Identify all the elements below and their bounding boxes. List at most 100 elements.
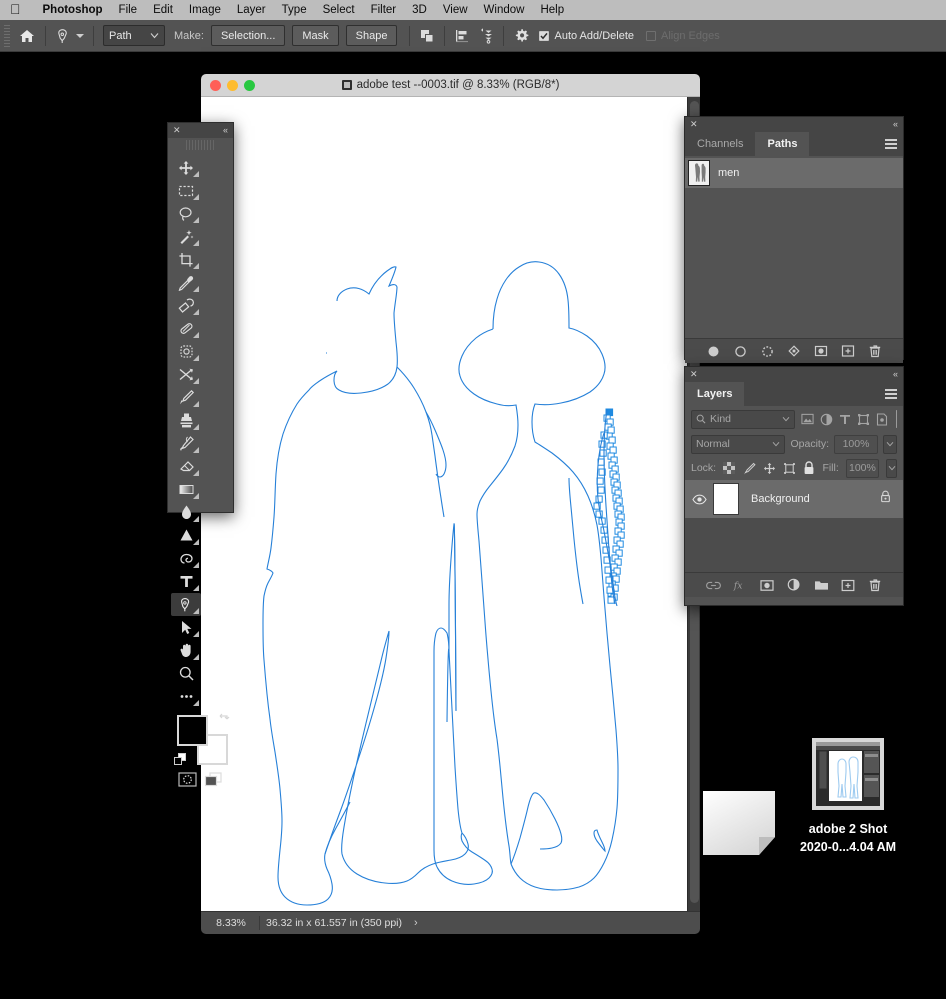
new-adjustment-layer-button[interactable]	[787, 578, 802, 593]
make-shape-button[interactable]: Shape	[345, 25, 398, 46]
history-brush-tool[interactable]	[171, 432, 201, 455]
layer-style-button[interactable]: fx	[733, 578, 748, 593]
lasso-tool[interactable]	[171, 202, 201, 225]
tab-paths[interactable]: Paths	[755, 132, 810, 156]
zoom-tool[interactable]	[171, 662, 201, 685]
tool-flyout-indicator[interactable]	[193, 217, 199, 223]
tool-flyout-indicator[interactable]	[193, 516, 199, 522]
layer-item-background[interactable]: Background	[685, 480, 903, 518]
close-icon[interactable]: ✕	[690, 370, 698, 379]
tool-flyout-indicator[interactable]	[193, 194, 199, 200]
foreground-color-swatch[interactable]	[176, 715, 208, 746]
tool-preset-chevron-icon[interactable]	[76, 33, 84, 38]
make-mask-button[interactable]: Mask	[292, 25, 339, 46]
tool-flyout-indicator[interactable]	[193, 447, 199, 453]
shuffle-tool[interactable]	[171, 363, 201, 386]
path-selection-tool[interactable]	[171, 616, 201, 639]
collapse-panel-icon[interactable]: «	[893, 120, 898, 129]
lock-transparent-pixels[interactable]	[723, 460, 736, 477]
lock-image-pixels[interactable]	[743, 460, 756, 477]
default-colors-icon[interactable]	[173, 753, 187, 766]
quick-selection-tool[interactable]	[171, 225, 201, 248]
layer-visibility-toggle[interactable]	[685, 494, 713, 505]
layer-filter-kind-select[interactable]: Kind	[691, 409, 795, 429]
hand-tool[interactable]	[171, 639, 201, 662]
apple-menu-icon[interactable]: 	[10, 2, 21, 16]
auto-add-delete-checkbox[interactable]: Auto Add/Delete	[539, 30, 634, 42]
path-mode-select[interactable]: Path	[103, 25, 165, 46]
tab-channels[interactable]: Channels	[685, 132, 755, 156]
tool-flyout-indicator[interactable]	[193, 263, 199, 269]
tool-flyout-indicator[interactable]	[193, 240, 199, 246]
filter-smart-objects[interactable]	[876, 411, 888, 428]
panel-menu-icon[interactable]	[885, 389, 897, 399]
eyedropper-tool[interactable]	[171, 271, 201, 294]
menu-item-image[interactable]: Image	[181, 4, 229, 16]
filter-type-layers[interactable]	[839, 411, 851, 428]
dodge-tool[interactable]	[171, 524, 201, 547]
menu-item-3d[interactable]: 3D	[404, 4, 435, 16]
gradient-tool[interactable]	[171, 478, 201, 501]
eraser-tool[interactable]	[171, 455, 201, 478]
stroke-path-button[interactable]	[733, 344, 748, 359]
blur-tool[interactable]	[171, 501, 201, 524]
blend-mode-select[interactable]: Normal	[691, 434, 786, 454]
opacity-stepper[interactable]	[883, 434, 897, 454]
crop-tool[interactable]	[171, 248, 201, 271]
menu-item-type[interactable]: Type	[274, 4, 315, 16]
make-selection-button[interactable]: Selection...	[210, 25, 286, 46]
new-group-button[interactable]	[814, 578, 829, 593]
tool-flyout-indicator[interactable]	[193, 470, 199, 476]
tool-flyout-indicator[interactable]	[193, 539, 199, 545]
menu-item-select[interactable]: Select	[315, 4, 363, 16]
tool-flyout-indicator[interactable]	[193, 631, 199, 637]
lock-artboard-nesting[interactable]	[783, 460, 796, 477]
tool-flyout-indicator[interactable]	[193, 562, 199, 568]
link-layers-button[interactable]	[705, 578, 721, 593]
tool-flyout-indicator[interactable]	[193, 700, 199, 706]
lock-all[interactable]	[803, 460, 816, 477]
tool-flyout-indicator[interactable]	[193, 378, 199, 384]
delete-path-button[interactable]	[868, 344, 883, 359]
tool-flyout-indicator[interactable]	[193, 286, 199, 292]
panel-menu-icon[interactable]	[885, 139, 897, 149]
collapse-panel-icon[interactable]: «	[223, 126, 228, 135]
lock-position[interactable]	[763, 460, 776, 477]
tool-flyout-indicator[interactable]	[193, 493, 199, 499]
opacity-value[interactable]: 100%	[834, 434, 878, 454]
filter-shape-layers[interactable]	[857, 411, 870, 428]
gear-icon[interactable]	[509, 24, 533, 48]
screen-mode-icon[interactable]	[204, 772, 223, 792]
burn-tool[interactable]	[171, 547, 201, 570]
fill-value[interactable]: 100%	[845, 458, 880, 478]
tool-flyout-indicator[interactable]	[193, 654, 199, 660]
quick-mask-icon[interactable]	[178, 772, 197, 792]
tool-flyout-indicator[interactable]	[193, 171, 199, 177]
menu-item-layer[interactable]: Layer	[229, 4, 274, 16]
filter-adjustment-layers[interactable]	[820, 411, 833, 428]
spot-healing-brush-tool[interactable]	[171, 294, 201, 317]
pen-tool[interactable]	[171, 593, 201, 616]
desktop-screenshot-icon[interactable]	[812, 738, 884, 810]
filter-pixel-layers[interactable]	[801, 411, 814, 428]
fill-path-button[interactable]	[706, 344, 721, 359]
zoom-level[interactable]: 8.33%	[201, 917, 253, 929]
close-window-button[interactable]	[210, 79, 221, 91]
filter-enable-toggle[interactable]	[896, 410, 897, 428]
path-arrangement-icon[interactable]	[474, 24, 498, 48]
tool-flyout-indicator[interactable]	[193, 332, 199, 338]
menu-item-window[interactable]: Window	[476, 4, 533, 16]
tool-flyout-indicator[interactable]	[193, 424, 199, 430]
window-controls[interactable]	[210, 79, 255, 91]
tool-flyout-indicator[interactable]	[193, 608, 199, 614]
menu-item-view[interactable]: View	[435, 4, 476, 16]
type-tool[interactable]	[171, 570, 201, 593]
status-expand-arrow-icon[interactable]: ›	[414, 917, 418, 929]
canvas-area[interactable]	[201, 97, 700, 911]
tools-panel-grip[interactable]	[186, 140, 215, 150]
menu-item-filter[interactable]: Filter	[363, 4, 405, 16]
new-path-button[interactable]	[841, 344, 856, 359]
path-item-men[interactable]: men	[685, 158, 903, 188]
path-operations-icon[interactable]	[415, 24, 439, 48]
fill-stepper[interactable]	[886, 458, 897, 478]
